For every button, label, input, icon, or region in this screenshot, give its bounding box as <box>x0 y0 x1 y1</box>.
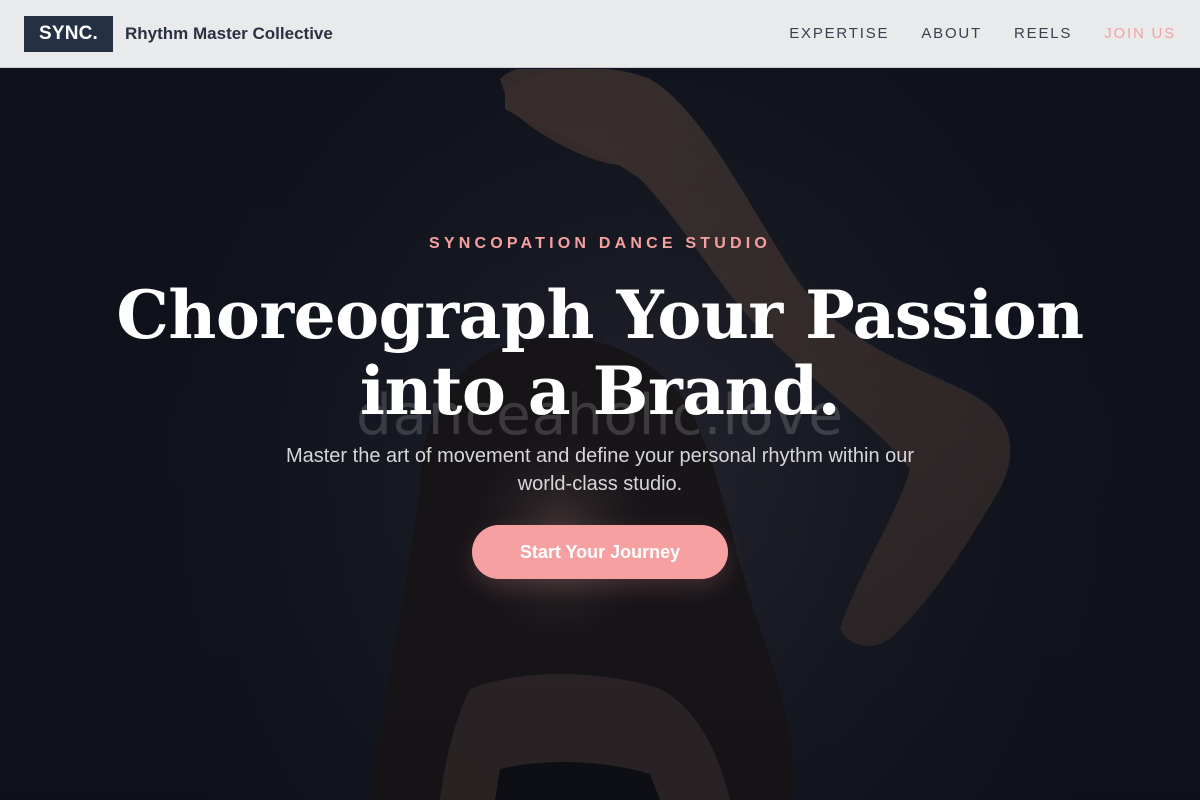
hero-headline-line-1: Choreograph Your Passion <box>116 276 1084 354</box>
hero-section: danceaholic.love SYNCOPATION DANCE STUDI… <box>0 69 1200 800</box>
nav-link-expertise[interactable]: EXPERTISE <box>789 25 889 42</box>
hero-headline-line-2: into a Brand. <box>359 352 841 430</box>
nav-link-join-us[interactable]: JOIN US <box>1104 25 1176 42</box>
brand-name: Rhythm Master Collective <box>125 23 333 43</box>
nav-link-about[interactable]: ABOUT <box>921 25 982 42</box>
hero-subtext: Master the art of movement and define yo… <box>285 445 915 495</box>
site-header: SYNC. Rhythm Master Collective EXPERTISE… <box>0 0 1200 68</box>
nav-link-reels[interactable]: REELS <box>1014 25 1072 42</box>
main-nav: EXPERTISE ABOUT REELS JOIN US <box>757 25 1176 42</box>
start-journey-button[interactable]: Start Your Journey <box>472 525 728 579</box>
hero-headline: Choreograph Your Passion into a Brand. <box>0 277 1200 429</box>
logo[interactable]: SYNC. <box>24 15 113 52</box>
hero-eyebrow: SYNCOPATION DANCE STUDIO <box>429 235 771 252</box>
